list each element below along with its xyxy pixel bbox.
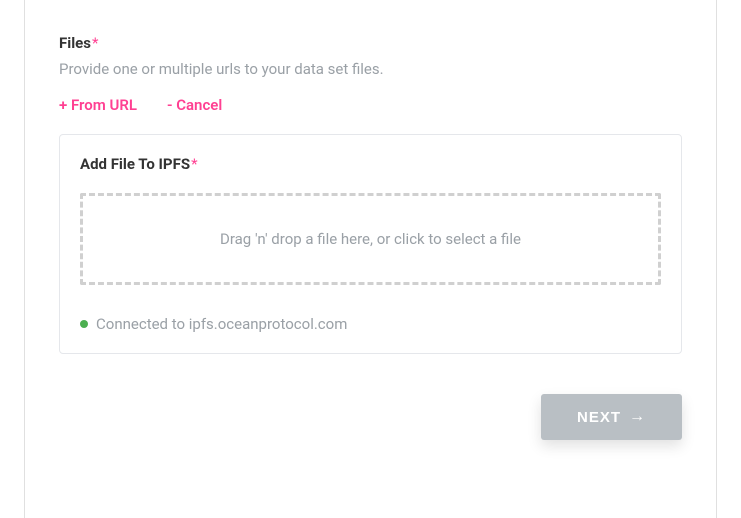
files-actions: + From URL - Cancel	[59, 96, 682, 114]
ipfs-title: Add File To IPFS	[80, 155, 190, 173]
footer: NEXT →	[59, 394, 682, 440]
dropzone-text: Drag 'n' drop a file here, or click to s…	[220, 230, 521, 248]
next-button[interactable]: NEXT →	[541, 394, 682, 440]
status-dot-icon	[80, 320, 88, 328]
next-label: NEXT	[577, 409, 621, 426]
form-panel: Files* Provide one or multiple urls to y…	[24, 0, 717, 518]
files-help-text: Provide one or multiple urls to your dat…	[59, 60, 682, 78]
ipfs-required-marker: *	[191, 155, 197, 173]
arrow-right-icon: →	[629, 408, 646, 426]
files-label: Files	[59, 34, 91, 52]
file-dropzone[interactable]: Drag 'n' drop a file here, or click to s…	[80, 193, 661, 285]
files-label-row: Files*	[59, 34, 682, 52]
cancel-action[interactable]: - Cancel	[167, 96, 222, 114]
ipfs-status: Connected to ipfs.oceanprotocol.com	[80, 315, 661, 333]
from-url-action[interactable]: + From URL	[59, 96, 137, 114]
ipfs-panel: Add File To IPFS* Drag 'n' drop a file h…	[59, 134, 682, 354]
ipfs-title-row: Add File To IPFS*	[80, 155, 661, 173]
ipfs-status-text: Connected to ipfs.oceanprotocol.com	[96, 315, 347, 333]
files-section: Files* Provide one or multiple urls to y…	[59, 34, 682, 354]
files-required-marker: *	[92, 34, 98, 52]
